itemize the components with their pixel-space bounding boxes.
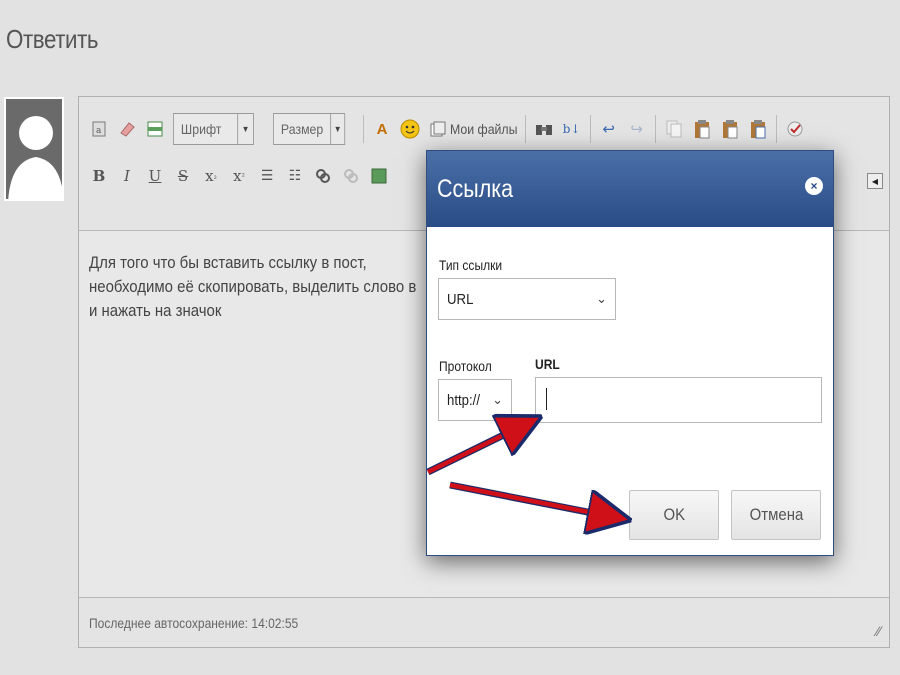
protocol-label: Протокол bbox=[439, 358, 492, 374]
svg-text:a: a bbox=[96, 126, 102, 136]
dialog-title: Ссылка bbox=[437, 174, 514, 203]
toolbar-divider bbox=[524, 115, 526, 143]
page-title: Ответить bbox=[6, 24, 99, 54]
url-input[interactable] bbox=[535, 377, 822, 423]
eraser-icon[interactable] bbox=[117, 118, 137, 140]
dialog-header[interactable]: Ссылка × bbox=[427, 151, 833, 227]
underline-button[interactable]: U bbox=[145, 165, 165, 187]
link-type-label: Тип ссылки bbox=[439, 257, 503, 273]
binoculars-icon[interactable] bbox=[534, 118, 554, 140]
source-icon[interactable]: a bbox=[89, 118, 109, 140]
ok-label: OK bbox=[663, 505, 685, 524]
smiley-icon[interactable] bbox=[400, 118, 420, 140]
user-silhouette-icon bbox=[8, 116, 62, 199]
unlink-icon[interactable] bbox=[341, 165, 361, 187]
cancel-button[interactable]: Отмена bbox=[731, 490, 821, 540]
paste-icon[interactable] bbox=[692, 118, 712, 140]
numbered-list-icon[interactable]: ☷ bbox=[285, 165, 305, 187]
link-type-select[interactable]: URL ⌄ bbox=[438, 278, 616, 320]
subscript-button[interactable]: x₂ bbox=[201, 165, 221, 187]
subscript-marker: ₂ bbox=[213, 171, 217, 181]
chevron-down-icon: ⌄ bbox=[596, 291, 607, 306]
superscript-button[interactable]: x² bbox=[229, 165, 249, 187]
paste-word-icon[interactable] bbox=[748, 118, 768, 140]
resize-grip-icon[interactable]: ⁄⁄ bbox=[876, 623, 881, 639]
chevron-down-icon: ▼ bbox=[330, 114, 344, 144]
image-icon[interactable] bbox=[369, 165, 389, 187]
avatar bbox=[4, 97, 64, 201]
superscript-marker: ² bbox=[241, 171, 245, 181]
protocol-select[interactable]: http:// ⌄ bbox=[438, 379, 512, 421]
protocol-value: http:// bbox=[447, 391, 481, 409]
paste-text-icon[interactable] bbox=[720, 118, 740, 140]
size-select[interactable]: Размер ▼ bbox=[273, 113, 346, 145]
toolbar-divider bbox=[775, 115, 777, 143]
spellcheck-icon[interactable] bbox=[785, 118, 805, 140]
toolbar-divider bbox=[654, 115, 656, 143]
size-select-value: Размер bbox=[280, 121, 324, 137]
toolbar-divider bbox=[589, 115, 591, 143]
my-files-label[interactable]: Мои файлы bbox=[450, 121, 517, 137]
bullet-list-icon[interactable]: ☰ bbox=[257, 165, 277, 187]
chevron-down-icon: ⌄ bbox=[492, 392, 503, 407]
replace-icon[interactable]: b↓ bbox=[562, 118, 582, 140]
bold-button[interactable]: B bbox=[89, 165, 109, 187]
italic-button[interactable]: I bbox=[117, 165, 137, 187]
copy-icon[interactable] bbox=[664, 118, 684, 140]
link-dialog: Ссылка × Тип ссылки URL ⌄ Протокол URL h… bbox=[426, 150, 834, 556]
font-select[interactable]: Шрифт ▼ bbox=[173, 113, 254, 145]
subscript-label: x bbox=[205, 167, 214, 185]
chevron-down-icon: ▼ bbox=[237, 114, 253, 144]
text-color-icon[interactable]: A bbox=[372, 118, 392, 140]
superscript-label: x bbox=[233, 167, 242, 185]
url-label: URL bbox=[535, 356, 560, 372]
my-files-icon[interactable] bbox=[428, 118, 448, 140]
page: Ответить a Шрифт ▼ Размер ▼ A Мои файлы bbox=[0, 0, 900, 675]
insert-row-icon[interactable] bbox=[145, 118, 165, 140]
undo-icon[interactable]: ↩ bbox=[599, 118, 619, 140]
text-caret bbox=[546, 388, 547, 410]
link-icon[interactable] bbox=[313, 165, 333, 187]
font-select-value: Шрифт bbox=[180, 121, 222, 137]
link-type-value: URL bbox=[447, 290, 474, 308]
strikethrough-button[interactable]: S bbox=[173, 165, 193, 187]
close-icon[interactable]: × bbox=[805, 177, 823, 195]
cancel-label: Отмена bbox=[749, 505, 803, 524]
autosave-status: Последнее автосохранение: 14:02:55 bbox=[89, 615, 299, 631]
toolbar-row-1: a Шрифт ▼ Размер ▼ A Мои файлы b↓ ↩ ↪ bbox=[79, 103, 889, 155]
collapse-toolbar-button[interactable]: ◀ bbox=[867, 173, 883, 189]
ok-button[interactable]: OK bbox=[629, 490, 719, 540]
toolbar-divider bbox=[363, 115, 364, 143]
redo-icon[interactable]: ↪ bbox=[627, 118, 647, 140]
